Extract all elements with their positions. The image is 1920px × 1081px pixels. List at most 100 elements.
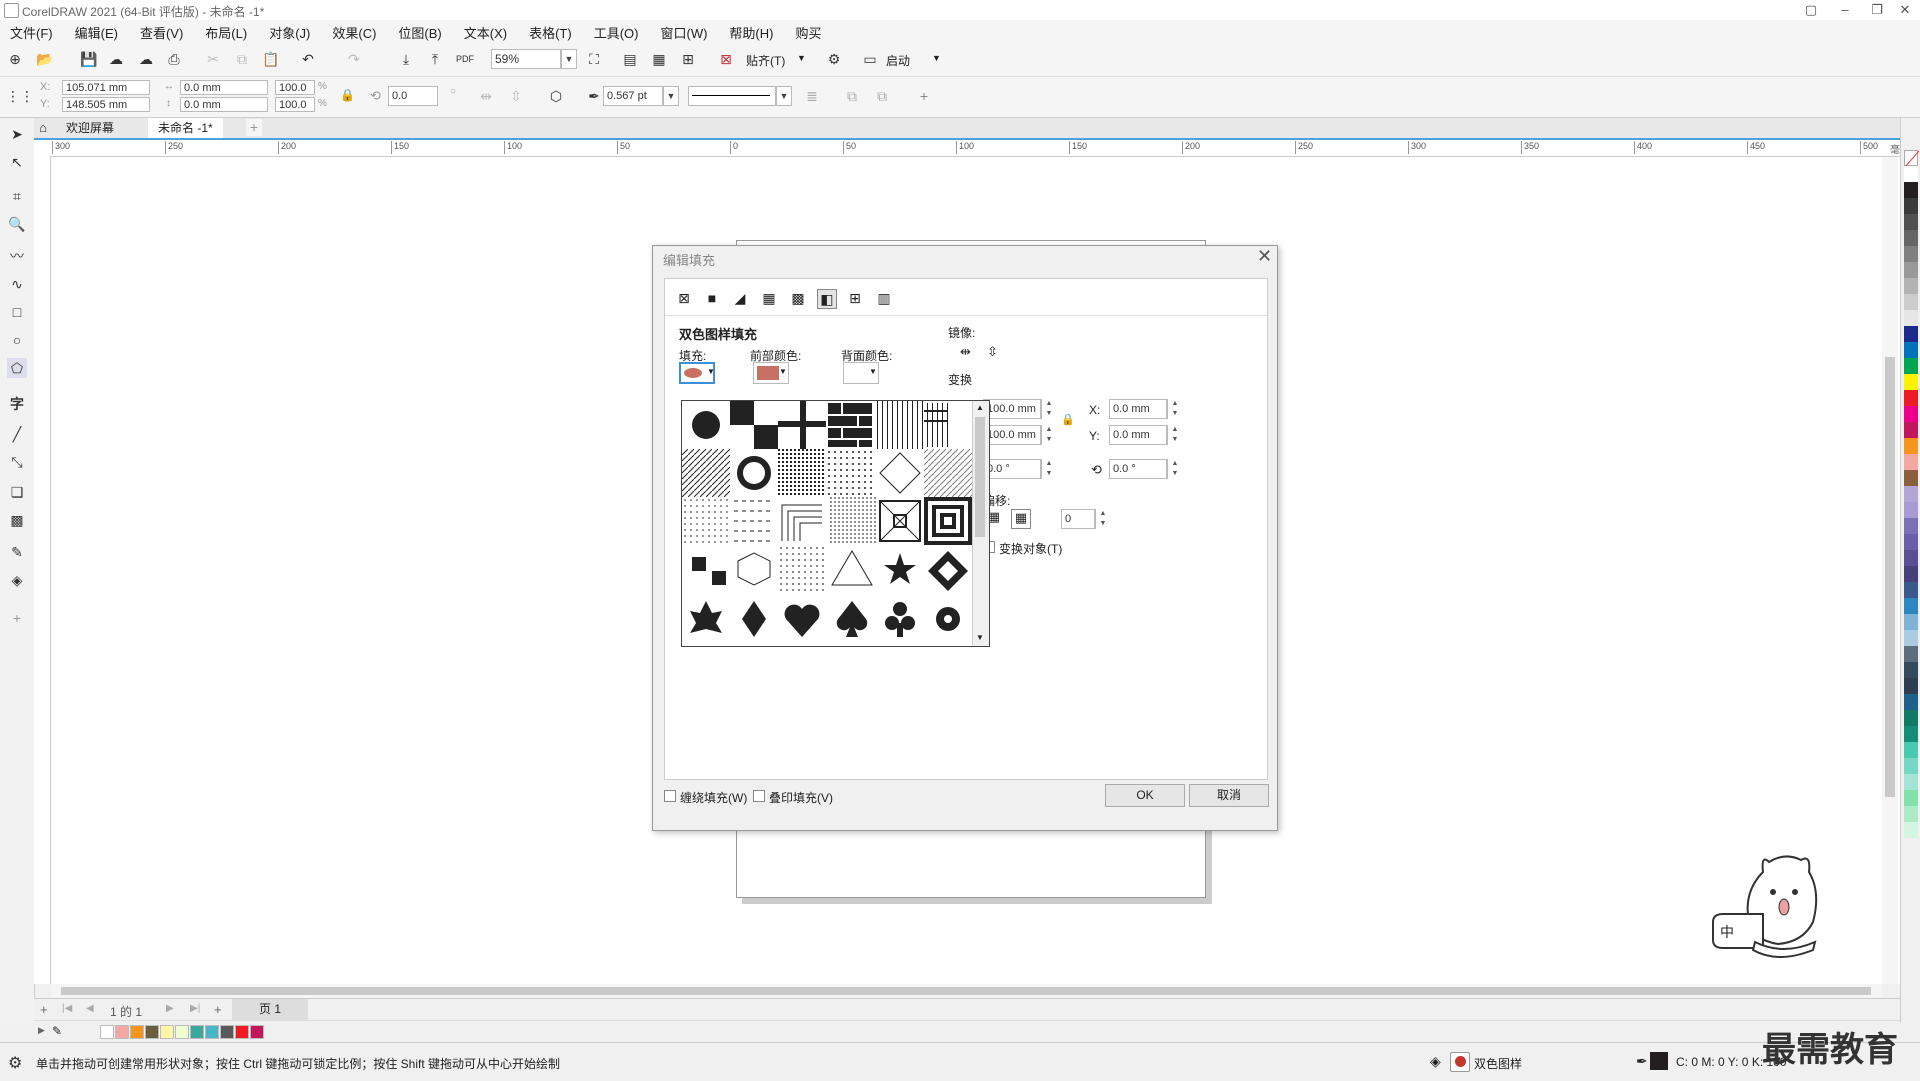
home-icon[interactable]: ⌂ [34,120,52,135]
launch-icon[interactable]: ▭ [862,51,878,67]
add-page-icon[interactable]: + [40,1002,48,1017]
common-shapes-tool-icon[interactable]: ⬠ [7,358,27,378]
pattern-sparse-dots[interactable] [778,545,826,593]
pattern-cross[interactable] [778,401,826,449]
offset-value-field[interactable]: 0 [1061,509,1095,529]
palette-swatch[interactable] [1904,470,1918,486]
palette-swatch[interactable] [1904,710,1918,726]
text-wrap-icon[interactable]: ≣ [804,88,820,104]
document-palette-swatch[interactable] [145,1025,159,1039]
line-style-field[interactable] [688,86,776,106]
pattern-squares-concentric[interactable] [924,497,972,545]
import-icon[interactable]: ⤓ [398,51,414,67]
pick-tool-icon[interactable]: ➤ [7,124,27,144]
wrap-fill-label[interactable]: 缠绕填充(W) [680,789,747,806]
palette-swatch[interactable] [1904,582,1918,598]
snap-off-icon[interactable]: ⊠ [718,51,734,67]
document-palette-swatch[interactable] [190,1025,204,1039]
open-icon[interactable]: 📂 [36,51,53,67]
x-offset-spinner[interactable]: ▲ ▼ [1167,399,1182,419]
pattern-width-field[interactable]: 100.0 mm [983,399,1041,419]
width-field[interactable]: 0.0 mm [180,80,268,95]
zoom-dropdown[interactable]: ▼ [561,49,577,69]
drop-shadow-tool-icon[interactable]: ❏ [7,482,27,502]
add-page-end-icon[interactable]: + [214,1002,222,1017]
document-palette-swatch[interactable] [205,1025,219,1039]
rotation-field[interactable]: 0.0 [388,86,438,106]
rectangle-tool-icon[interactable]: □ [7,302,27,322]
y-offset-spinner[interactable]: ▲ ▼ [1167,425,1182,445]
pattern-corner-lines[interactable] [781,504,822,541]
pattern-circles[interactable] [692,411,720,439]
dialog-close-icon[interactable]: ✕ [1257,246,1272,267]
document-palette-swatch[interactable] [160,1025,174,1039]
palette-swatch[interactable] [1904,774,1918,790]
pattern-list-scrollbar[interactable]: ▲ ▼ [972,401,989,646]
restore-button[interactable]: ❐ [1862,1,1892,19]
rotate-spinner[interactable]: ▲ ▼ [1167,459,1182,479]
help-icon[interactable]: ▢ [1796,1,1826,19]
mirror-horizontal-icon[interactable]: ⇹ [960,344,971,360]
cloud-download-icon[interactable]: ☁ [108,51,124,67]
launch-label[interactable]: 启动 [886,52,910,69]
zoom-tool-icon[interactable]: 🔍 [7,214,27,234]
menu-item-0[interactable]: 文件(F) [0,20,65,42]
pattern-stars[interactable] [884,553,916,584]
line-style-dropdown[interactable]: ▼ [776,86,792,106]
document-palette-swatch[interactable] [235,1025,249,1039]
shape-tool-icon[interactable]: ↖ [7,152,27,172]
shape-edit-icon[interactable]: ⬡ [548,88,564,104]
pattern-hearts[interactable] [784,604,820,637]
palette-swatch[interactable] [1904,422,1918,438]
palette-swatch[interactable] [1904,742,1918,758]
menu-item-3[interactable]: 布局(L) [195,20,259,42]
offset-value-spinner[interactable]: ▲ ▼ [1095,509,1110,529]
scroll-down-icon[interactable]: ▼ [976,633,984,642]
pattern-grid-dots[interactable] [828,497,876,545]
palette-swatch[interactable] [1904,406,1918,422]
x-position-field[interactable]: 105.071 mm [62,80,150,95]
palette-swatch[interactable] [1904,534,1918,550]
pattern-height-spinner[interactable]: ▲ ▼ [1041,425,1056,445]
interactive-fill-tool-icon[interactable]: ◈ [7,570,27,590]
pattern-lines-mixed[interactable] [924,403,948,447]
palette-swatch[interactable] [1904,246,1918,262]
skew-spinner[interactable]: ▲ ▼ [1041,459,1056,479]
tab-document[interactable]: 未命名 -1* [148,118,223,138]
cloud-upload-icon[interactable]: ☁ [138,51,154,67]
palette-swatch[interactable] [1904,694,1918,710]
pattern-octagons[interactable] [692,557,726,585]
texture-fill-icon[interactable]: ⊞ [846,289,864,307]
height-field[interactable]: 0.0 mm [180,97,268,112]
pattern-rings[interactable] [737,456,771,490]
palette-swatch[interactable] [1904,166,1918,182]
menu-item-1[interactable]: 编辑(E) [65,20,130,42]
menu-item-12[interactable]: 购买 [785,20,833,42]
palette-swatch[interactable] [1904,790,1918,806]
uniform-fill-icon[interactable]: ■ [703,289,721,307]
vector-pattern-icon[interactable]: ▦ [760,289,778,307]
paste-icon[interactable]: 📋 [262,51,279,67]
palette-swatch[interactable] [1904,342,1918,358]
fountain-fill-icon[interactable]: ◢ [731,289,749,307]
dimension-tool-icon[interactable]: ╱ [7,424,27,444]
column-offset-icon[interactable]: ▦ [1011,509,1031,529]
pdf-icon[interactable]: PDF [456,51,474,67]
outline-width-field[interactable]: 0.567 pt [603,86,663,106]
pattern-light-diagonal[interactable] [924,449,972,497]
menu-item-8[interactable]: 表格(T) [519,20,584,42]
save-icon[interactable]: 💾 [80,51,97,67]
palette-swatch[interactable] [1904,630,1918,646]
pattern-diamond-outline[interactable] [879,452,921,494]
menu-item-7[interactable]: 文本(X) [454,20,519,42]
menu-item-4[interactable]: 对象(J) [259,20,322,42]
no-fill-icon[interactable]: ⊠ [675,289,693,307]
new-tab-icon[interactable]: + [246,119,262,136]
pattern-scroll-thumb[interactable] [975,417,985,537]
redo-icon[interactable]: ↷ [346,51,362,67]
palette-swatch[interactable] [1904,326,1918,342]
palette-swatch[interactable] [1904,518,1918,534]
text-tool-icon[interactable]: 字 [7,394,27,414]
snap-to-label[interactable]: 贴齐(T) [746,52,785,69]
pattern-vertical-lines[interactable] [876,401,924,449]
